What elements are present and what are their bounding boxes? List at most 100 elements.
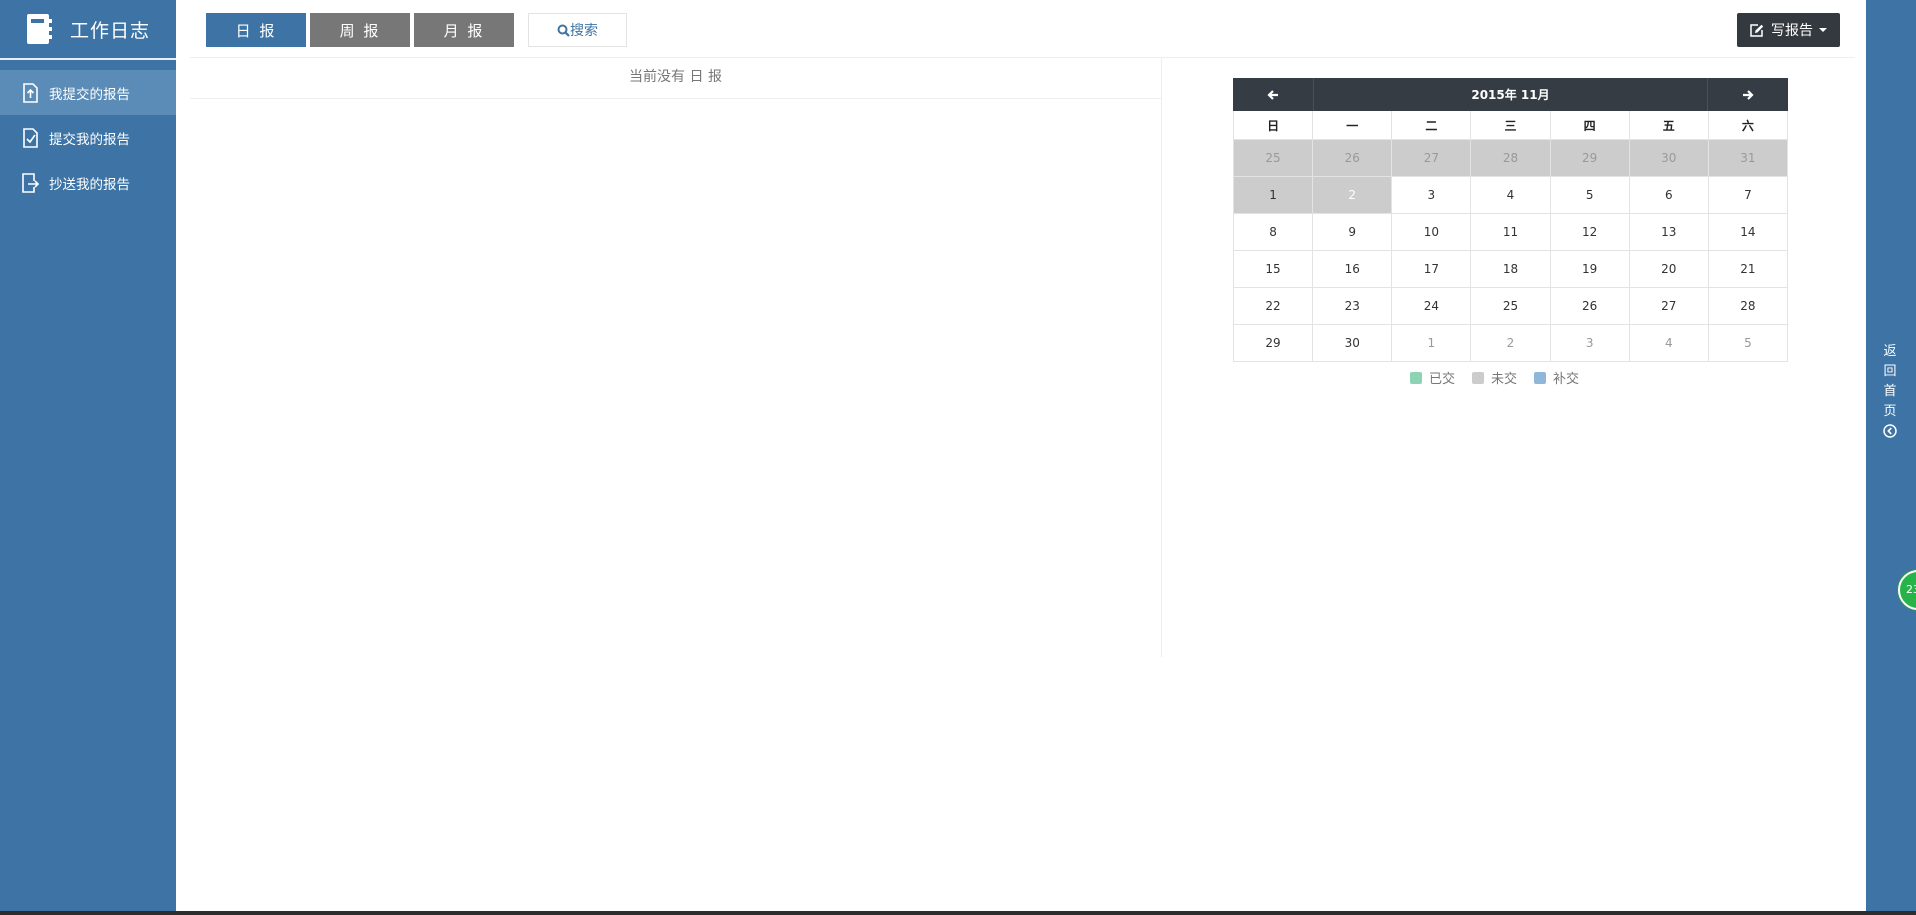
calendar-day[interactable]: 11 <box>1470 213 1551 251</box>
calendar-day[interactable]: 24 <box>1391 287 1472 325</box>
calendar-day[interactable]: 28 <box>1707 287 1789 325</box>
divider <box>1161 57 1162 657</box>
calendar-day[interactable]: 4 <box>1470 176 1551 214</box>
weekday-label: 三 <box>1470 111 1551 140</box>
chevron-left-circle-icon <box>1883 424 1897 438</box>
sidebar-item-label: 抄送我的报告 <box>49 176 130 193</box>
calendar-day[interactable]: 20 <box>1628 250 1709 288</box>
upload-doc-icon <box>23 82 38 103</box>
calendar-day[interactable]: 26 <box>1312 139 1393 177</box>
calendar-day[interactable]: 19 <box>1549 250 1630 288</box>
calendar-day[interactable]: 31 <box>1707 139 1789 177</box>
back-home-char: 回 <box>1883 364 1897 379</box>
calendar-day[interactable]: 27 <box>1628 287 1709 325</box>
calendar-day[interactable]: 1 <box>1232 176 1314 214</box>
legend-item-late-submitted: 补交 <box>1534 368 1579 387</box>
sidebar-item-label: 提交我的报告 <box>49 131 130 148</box>
arrow-left-icon <box>1267 89 1278 100</box>
forward-doc-icon <box>22 172 40 193</box>
next-month-button[interactable] <box>1707 78 1788 111</box>
calendar-day[interactable]: 7 <box>1707 176 1789 214</box>
calendar-day[interactable]: 3 <box>1549 324 1630 362</box>
calendar-day[interactable]: 30 <box>1628 139 1709 177</box>
divider <box>190 98 1161 99</box>
back-home-char: 页 <box>1883 404 1897 419</box>
back-home-button[interactable]: 返 回 首 页 <box>1878 342 1902 438</box>
legend-label: 未交 <box>1491 372 1518 387</box>
calendar-day[interactable]: 2 <box>1470 324 1551 362</box>
weekday-label: 五 <box>1628 111 1709 140</box>
calendar-day[interactable]: 12 <box>1549 213 1630 251</box>
calendar-week: 1 2 3 4 5 6 7 <box>1232 176 1789 214</box>
calendar-day[interactable]: 3 <box>1391 176 1472 214</box>
calendar-day[interactable]: 22 <box>1232 287 1314 325</box>
legend-swatch <box>1534 371 1547 384</box>
write-report-button[interactable]: 写报告 <box>1737 13 1840 47</box>
calendar-day[interactable]: 17 <box>1391 250 1472 288</box>
calendar-day[interactable]: 16 <box>1312 250 1393 288</box>
tab-weekly[interactable]: 周 报 <box>310 13 410 47</box>
calendar-legend: 已交 未交 补交 <box>1410 368 1596 387</box>
calendar-day-today[interactable]: 2 <box>1312 176 1393 214</box>
sidebar-item-my-submitted[interactable]: 我提交的报告 <box>0 70 176 115</box>
calendar-day[interactable]: 25 <box>1470 287 1551 325</box>
calendar-header: 2015年 11月 <box>1233 78 1788 111</box>
sidebar-nav: 我提交的报告 提交我的报告 抄送我的报告 <box>0 70 176 205</box>
calendar-week: 22 23 24 25 26 27 28 <box>1232 287 1789 325</box>
calendar-day[interactable]: 18 <box>1470 250 1551 288</box>
calendar-day[interactable]: 29 <box>1232 324 1314 362</box>
tab-monthly[interactable]: 月 报 <box>414 13 514 47</box>
calendar-day[interactable]: 5 <box>1549 176 1630 214</box>
weekday-label: 日 <box>1232 111 1314 140</box>
divider <box>190 57 1855 58</box>
edit-icon <box>1750 23 1764 37</box>
caret-down-icon <box>1819 28 1827 32</box>
weekday-row: 日 一 二 三 四 五 六 <box>1232 111 1789 140</box>
calendar-month-label[interactable]: 2015年 11月 <box>1314 78 1707 111</box>
calendar-day[interactable]: 28 <box>1470 139 1551 177</box>
calendar-day[interactable]: 25 <box>1232 139 1314 177</box>
bottom-bar <box>0 911 1916 915</box>
legend-label: 补交 <box>1553 372 1580 387</box>
empty-message: 当前没有 日 报 <box>629 69 722 85</box>
calendar-day[interactable]: 13 <box>1628 213 1709 251</box>
check-doc-icon <box>23 127 38 148</box>
calendar-day[interactable]: 9 <box>1312 213 1393 251</box>
prev-month-button[interactable] <box>1233 78 1314 111</box>
calendar-day[interactable]: 8 <box>1232 213 1314 251</box>
sidebar-item-cc-to-me[interactable]: 抄送我的报告 <box>0 160 176 205</box>
arrow-right-icon <box>1743 89 1754 100</box>
calendar-day[interactable]: 15 <box>1232 250 1314 288</box>
calendar-day[interactable]: 27 <box>1391 139 1472 177</box>
calendar-day[interactable]: 10 <box>1391 213 1472 251</box>
legend-swatch <box>1472 371 1485 384</box>
calendar-day[interactable]: 4 <box>1628 324 1709 362</box>
legend-item-submitted: 已交 <box>1410 368 1455 387</box>
search-button[interactable]: 搜索 <box>528 13 627 47</box>
calendar-day[interactable]: 26 <box>1549 287 1630 325</box>
calendar-week: 29 30 1 2 3 4 5 <box>1232 324 1789 362</box>
calendar-day[interactable]: 14 <box>1707 213 1789 251</box>
right-side-panel <box>1866 0 1916 915</box>
app-title: 工作日志 <box>70 19 151 42</box>
notebook-icon <box>27 14 52 44</box>
sidebar-item-submitted-to-me[interactable]: 提交我的报告 <box>0 115 176 160</box>
sidebar-item-label: 我提交的报告 <box>49 86 130 103</box>
tab-daily[interactable]: 日 报 <box>206 13 306 47</box>
write-report-label: 写报告 <box>1771 23 1813 39</box>
search-label: 搜索 <box>570 23 598 39</box>
weekday-label: 六 <box>1707 111 1789 140</box>
calendar-week: 25 26 27 28 29 30 31 <box>1232 139 1789 177</box>
calendar-day[interactable]: 6 <box>1628 176 1709 214</box>
calendar-day[interactable]: 1 <box>1391 324 1472 362</box>
calendar-day[interactable]: 23 <box>1312 287 1393 325</box>
brand[interactable]: 工作日志 <box>0 0 176 60</box>
calendar-day[interactable]: 21 <box>1707 250 1789 288</box>
calendar-day[interactable]: 29 <box>1549 139 1630 177</box>
calendar-day[interactable]: 30 <box>1312 324 1393 362</box>
legend-item-not-submitted: 未交 <box>1472 368 1517 387</box>
calendar-day[interactable]: 5 <box>1707 324 1789 362</box>
weekday-label: 四 <box>1549 111 1630 140</box>
calendar-week: 15 16 17 18 19 20 21 <box>1232 250 1789 288</box>
sidebar: 工作日志 我提交的报告 提交我的报告 抄送我的报告 <box>0 0 176 915</box>
